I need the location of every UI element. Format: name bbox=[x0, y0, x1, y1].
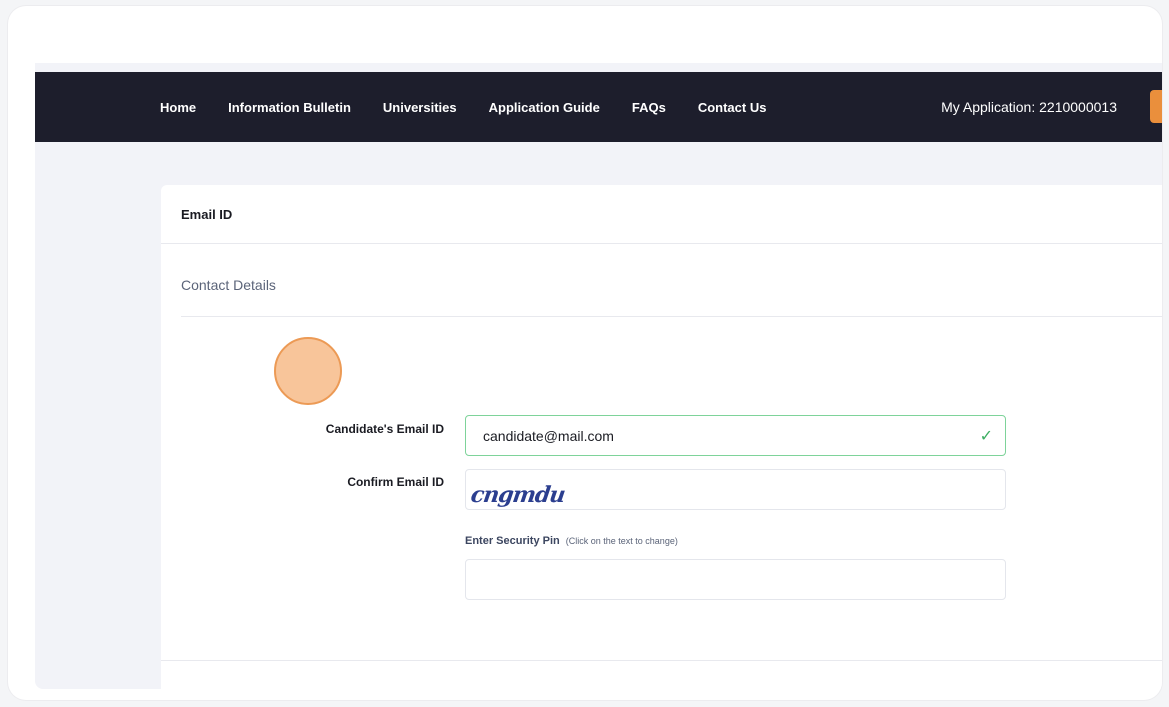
security-pin-label-text: Enter Security Pin bbox=[465, 535, 560, 547]
browser-frame: Home Information Bulletin Universities A… bbox=[8, 6, 1162, 700]
nav-universities[interactable]: Universities bbox=[383, 100, 457, 115]
card-divider bbox=[161, 660, 1162, 661]
email-input-value: candidate@mail.com bbox=[483, 427, 614, 444]
check-icon: ✓ bbox=[979, 428, 993, 445]
click-indicator bbox=[274, 337, 342, 405]
my-application-link[interactable]: My Application: 2210000013 bbox=[941, 72, 1117, 142]
nav-information-bulletin[interactable]: Information Bulletin bbox=[228, 100, 351, 115]
nav-links: Home Information Bulletin Universities A… bbox=[160, 72, 798, 142]
captcha-image[interactable]: cngmdu bbox=[469, 482, 566, 508]
orange-action-button[interactable] bbox=[1150, 90, 1162, 123]
email-card: Email ID Contact Details Candidate's Ema… bbox=[161, 185, 1162, 689]
email-input[interactable]: candidate@mail.com ✓ bbox=[465, 415, 1006, 456]
nav-application-guide[interactable]: Application Guide bbox=[489, 100, 600, 115]
security-pin-label: Enter Security Pin (Click on the text to … bbox=[465, 535, 678, 547]
confirm-email-label: Confirm Email ID bbox=[347, 475, 444, 489]
section-title: Contact Details bbox=[181, 277, 276, 293]
section-divider bbox=[181, 316, 1162, 317]
email-label: Candidate's Email ID bbox=[325, 422, 444, 436]
nav-contact-us[interactable]: Contact Us bbox=[698, 100, 767, 115]
nav-faqs[interactable]: FAQs bbox=[632, 100, 666, 115]
security-pin-input[interactable] bbox=[465, 559, 1006, 600]
top-navbar: Home Information Bulletin Universities A… bbox=[35, 72, 1162, 142]
app-screen: Home Information Bulletin Universities A… bbox=[35, 63, 1162, 689]
security-pin-hint: (Click on the text to change) bbox=[565, 536, 678, 546]
nav-home[interactable]: Home bbox=[160, 100, 196, 115]
card-title: Email ID bbox=[161, 185, 1162, 244]
